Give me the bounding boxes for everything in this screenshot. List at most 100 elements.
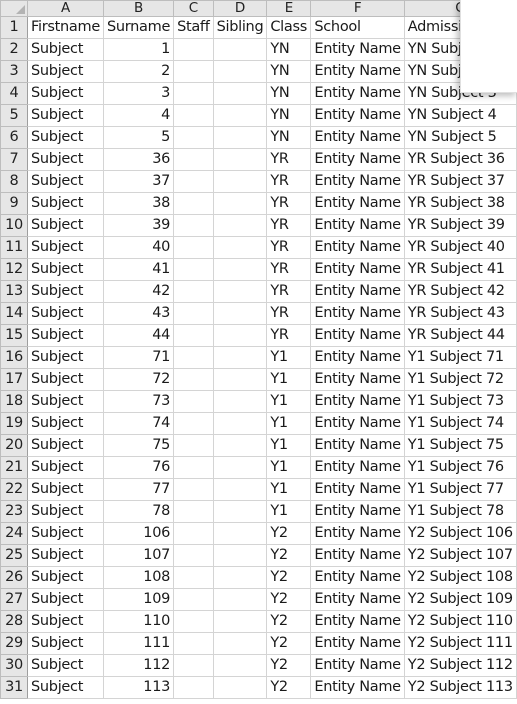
- cell-school[interactable]: Entity Name: [310, 236, 405, 259]
- cell-staff[interactable]: [173, 632, 214, 655]
- cell-admission[interactable]: YR Subject 38: [403, 192, 517, 215]
- cell-sibling[interactable]: [212, 170, 268, 193]
- cell-surname[interactable]: 78: [102, 500, 175, 523]
- cell-class[interactable]: YR: [266, 192, 312, 215]
- cell-class[interactable]: Y2: [266, 610, 312, 633]
- cell-firstname[interactable]: Subject: [27, 346, 104, 369]
- cell-surname[interactable]: 44: [102, 324, 175, 347]
- cell-sibling[interactable]: [212, 192, 268, 215]
- cell-staff[interactable]: [173, 104, 214, 127]
- cell-surname[interactable]: 106: [102, 522, 175, 545]
- cell-sibling[interactable]: [212, 500, 268, 523]
- cell-sibling[interactable]: [212, 368, 268, 391]
- cell-sibling[interactable]: [212, 104, 268, 127]
- cell-staff[interactable]: [173, 324, 214, 347]
- cell-firstname[interactable]: Subject: [27, 302, 104, 325]
- cell-class[interactable]: Y2: [266, 544, 312, 567]
- cell-staff[interactable]: [173, 214, 214, 237]
- cell-admission[interactable]: Y2 Subject 112: [403, 654, 517, 677]
- cell-admission[interactable]: Y1 Subject 74: [403, 412, 517, 435]
- row-header[interactable]: 11: [0, 236, 28, 259]
- cell-firstname[interactable]: Subject: [27, 258, 104, 281]
- cell-school[interactable]: Entity Name: [310, 676, 405, 699]
- cell-firstname[interactable]: Subject: [27, 390, 104, 413]
- cell-header-firstname[interactable]: Firstname: [27, 16, 104, 39]
- cell-sibling[interactable]: [212, 412, 268, 435]
- cell-admission[interactable]: YN Subject 4: [403, 104, 517, 127]
- cell-admission[interactable]: Y2 Subject 109: [403, 588, 517, 611]
- cell-firstname[interactable]: Subject: [27, 148, 104, 171]
- cell-firstname[interactable]: Subject: [27, 412, 104, 435]
- cell-admission[interactable]: YR Subject 42: [403, 280, 517, 303]
- cell-firstname[interactable]: Subject: [27, 654, 104, 677]
- cell-class[interactable]: Y1: [266, 390, 312, 413]
- cell-surname[interactable]: 40: [102, 236, 175, 259]
- cell-surname[interactable]: 41: [102, 258, 175, 281]
- cell-admission[interactable]: Y1 Subject 72: [403, 368, 517, 391]
- cell-sibling[interactable]: [212, 434, 268, 457]
- row-header[interactable]: 25: [0, 544, 28, 567]
- cell-class[interactable]: YR: [266, 148, 312, 171]
- cell-staff[interactable]: [173, 60, 214, 83]
- cell-surname[interactable]: 5: [102, 126, 175, 149]
- cell-school[interactable]: Entity Name: [310, 632, 405, 655]
- cell-class[interactable]: Y2: [266, 522, 312, 545]
- cell-firstname[interactable]: Subject: [27, 588, 104, 611]
- cell-firstname[interactable]: Subject: [27, 478, 104, 501]
- row-header[interactable]: 17: [0, 368, 28, 391]
- cell-school[interactable]: Entity Name: [310, 478, 405, 501]
- cell-staff[interactable]: [173, 346, 214, 369]
- cell-class[interactable]: Y2: [266, 588, 312, 611]
- cell-staff[interactable]: [173, 368, 214, 391]
- cell-surname[interactable]: 43: [102, 302, 175, 325]
- cell-firstname[interactable]: Subject: [27, 522, 104, 545]
- cell-sibling[interactable]: [212, 478, 268, 501]
- cell-school[interactable]: Entity Name: [310, 170, 405, 193]
- cell-school[interactable]: Entity Name: [310, 566, 405, 589]
- cell-admission[interactable]: Y1 Subject 75: [403, 434, 517, 457]
- cell-staff[interactable]: [173, 412, 214, 435]
- cell-surname[interactable]: 4: [102, 104, 175, 127]
- cell-school[interactable]: Entity Name: [310, 368, 405, 391]
- cell-firstname[interactable]: Subject: [27, 456, 104, 479]
- cell-class[interactable]: YR: [266, 170, 312, 193]
- row-header[interactable]: 24: [0, 522, 28, 545]
- row-header[interactable]: 18: [0, 390, 28, 413]
- cell-class[interactable]: YR: [266, 302, 312, 325]
- cell-staff[interactable]: [173, 236, 214, 259]
- cell-firstname[interactable]: Subject: [27, 82, 104, 105]
- row-header[interactable]: 31: [0, 676, 28, 699]
- cell-sibling[interactable]: [212, 632, 268, 655]
- cell-firstname[interactable]: Subject: [27, 214, 104, 237]
- cell-sibling[interactable]: [212, 236, 268, 259]
- cell-sibling[interactable]: [212, 676, 268, 699]
- cell-firstname[interactable]: Subject: [27, 38, 104, 61]
- cell-surname[interactable]: 108: [102, 566, 175, 589]
- cell-surname[interactable]: 111: [102, 632, 175, 655]
- cell-school[interactable]: Entity Name: [310, 302, 405, 325]
- cell-school[interactable]: Entity Name: [310, 588, 405, 611]
- cell-school[interactable]: Entity Name: [310, 82, 405, 105]
- cell-school[interactable]: Entity Name: [310, 654, 405, 677]
- cell-class[interactable]: Y1: [266, 434, 312, 457]
- row-header[interactable]: 29: [0, 632, 28, 655]
- cell-firstname[interactable]: Subject: [27, 60, 104, 83]
- cell-staff[interactable]: [173, 258, 214, 281]
- row-header[interactable]: 27: [0, 588, 28, 611]
- row-header[interactable]: 6: [0, 126, 28, 149]
- cell-admission[interactable]: Y1 Subject 71: [403, 346, 517, 369]
- row-header[interactable]: 23: [0, 500, 28, 523]
- cell-surname[interactable]: 71: [102, 346, 175, 369]
- cell-class[interactable]: YR: [266, 280, 312, 303]
- cell-class[interactable]: YR: [266, 324, 312, 347]
- cell-class[interactable]: YR: [266, 258, 312, 281]
- cell-surname[interactable]: 110: [102, 610, 175, 633]
- column-header-f[interactable]: F: [310, 0, 405, 17]
- row-header[interactable]: 8: [0, 170, 28, 193]
- row-header[interactable]: 2: [0, 38, 28, 61]
- cell-firstname[interactable]: Subject: [27, 500, 104, 523]
- cell-school[interactable]: Entity Name: [310, 280, 405, 303]
- cell-school[interactable]: Entity Name: [310, 544, 405, 567]
- cell-sibling[interactable]: [212, 544, 268, 567]
- cell-sibling[interactable]: [212, 258, 268, 281]
